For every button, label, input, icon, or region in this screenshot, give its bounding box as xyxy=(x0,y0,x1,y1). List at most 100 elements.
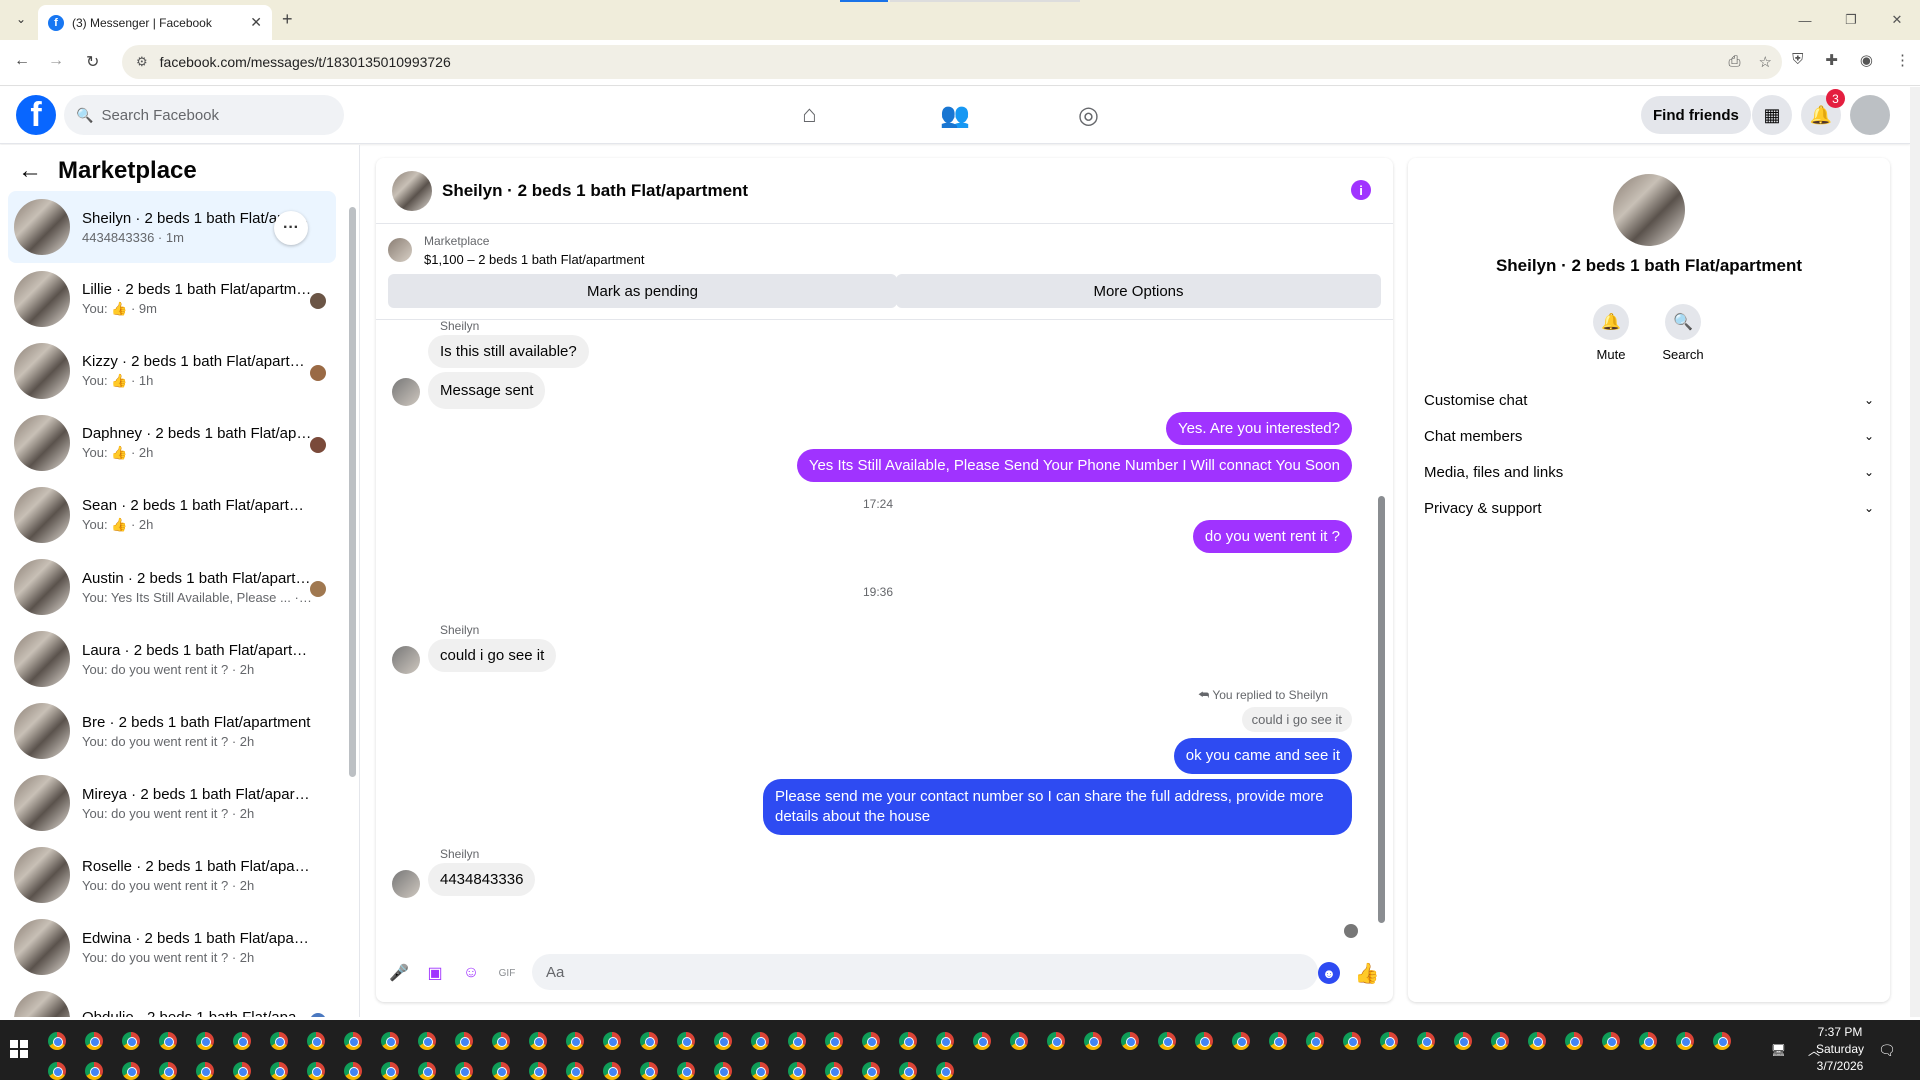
account-avatar[interactable] xyxy=(1850,95,1890,135)
taskbar-chrome-icon[interactable] xyxy=(307,1062,325,1080)
media-files-links-row[interactable]: Media, files and links ⌄ xyxy=(1424,454,1874,490)
emoji-icon[interactable]: ☻ xyxy=(1318,962,1340,984)
conversation-item[interactable]: Laura · 2 beds 1 bath Flat/apartment You:… xyxy=(8,623,336,695)
site-info-icon[interactable]: ⚙ xyxy=(136,54,148,70)
taskbar-chrome-icon[interactable] xyxy=(1713,1032,1731,1050)
taskbar-chrome-icon[interactable] xyxy=(455,1062,473,1080)
taskbar-chrome-icon[interactable] xyxy=(1010,1032,1028,1050)
extensions-puzzle-icon[interactable]: ✚ xyxy=(1825,51,1838,69)
taskbar-chrome-icon[interactable] xyxy=(48,1032,66,1050)
conversation-item[interactable]: Sean · 2 beds 1 bath Flat/apartment You: … xyxy=(8,479,336,551)
taskbar-chrome-icon[interactable] xyxy=(233,1062,251,1080)
taskbar-chrome-icon[interactable] xyxy=(1454,1032,1472,1050)
photo-icon[interactable]: ▣ xyxy=(424,962,446,984)
taskbar-chrome-icon[interactable] xyxy=(122,1062,140,1080)
close-tab-icon[interactable]: ✕ xyxy=(250,14,262,31)
taskbar-chrome-icon[interactable] xyxy=(1158,1032,1176,1050)
taskbar-chrome-icon[interactable] xyxy=(603,1062,621,1080)
taskbar-chrome-icon[interactable] xyxy=(1306,1032,1324,1050)
conversation-list-scrollbar[interactable] xyxy=(349,207,356,777)
thumbs-up-icon[interactable]: 👍 xyxy=(1355,962,1380,985)
taskbar-chrome-icon[interactable] xyxy=(418,1062,436,1080)
sticker-icon[interactable]: ☺ xyxy=(460,962,482,984)
taskbar-chrome-icon[interactable] xyxy=(1417,1032,1435,1050)
taskbar-chrome-icon[interactable] xyxy=(677,1032,695,1050)
taskbar-chrome-icon[interactable] xyxy=(529,1062,547,1080)
groups-icon[interactable]: ◎ xyxy=(1078,101,1099,130)
profile-icon[interactable]: ◉ xyxy=(1860,51,1873,69)
install-app-icon[interactable]: ⎙ xyxy=(1729,53,1741,71)
taskbar-chrome-icon[interactable] xyxy=(159,1062,177,1080)
taskbar-chrome-icon[interactable] xyxy=(751,1032,769,1050)
taskbar-chrome-icon[interactable] xyxy=(1269,1032,1287,1050)
conversation-item[interactable]: Daphney · 2 beds 1 bath Flat/apartment Yo… xyxy=(8,407,336,479)
network-icon[interactable]: 🖥 xyxy=(1771,1043,1786,1057)
taskbar-chrome-icon[interactable] xyxy=(1676,1032,1694,1050)
taskbar-chrome-icon[interactable] xyxy=(196,1062,214,1080)
taskbar-chrome-icon[interactable] xyxy=(825,1032,843,1050)
menu-grid-icon[interactable]: ▦ xyxy=(1752,95,1792,135)
taskbar-chrome-icon[interactable] xyxy=(1380,1032,1398,1050)
taskbar-chrome-icon[interactable] xyxy=(936,1062,954,1080)
taskbar-clock[interactable]: 7:37 PM Saturday 3/7/2026 xyxy=(1790,1024,1890,1075)
taskbar-chrome-icon[interactable] xyxy=(640,1032,658,1050)
facebook-logo-icon[interactable]: f xyxy=(16,95,56,135)
conversation-item[interactable]: Edwina · 2 beds 1 bath Flat/apartment You… xyxy=(8,911,336,983)
more-options-button[interactable]: More Options xyxy=(896,274,1381,308)
taskbar-chrome-icon[interactable] xyxy=(492,1032,510,1050)
reload-icon[interactable]: ↻ xyxy=(86,52,99,72)
taskbar-chrome-icon[interactable] xyxy=(1565,1032,1583,1050)
taskbar-chrome-icon[interactable] xyxy=(455,1032,473,1050)
chat-members-row[interactable]: Chat members ⌄ xyxy=(1424,418,1874,454)
friends-icon[interactable]: 👥 xyxy=(940,101,970,130)
taskbar-chrome-icon[interactable] xyxy=(85,1062,103,1080)
forward-icon[interactable]: → xyxy=(48,52,64,70)
listing-thumbnail[interactable] xyxy=(388,238,412,262)
taskbar-chrome-icon[interactable] xyxy=(1639,1032,1657,1050)
find-friends-button[interactable]: Find friends xyxy=(1641,96,1751,134)
address-bar[interactable]: ⚙ facebook.com/messages/t/18301350109937… xyxy=(122,45,1782,79)
taskbar-chrome-icon[interactable] xyxy=(566,1032,584,1050)
chat-scrollbar[interactable] xyxy=(1378,496,1385,923)
taskbar-chrome-icon[interactable] xyxy=(1195,1032,1213,1050)
taskbar-chrome-icon[interactable] xyxy=(1491,1032,1509,1050)
taskbar-chrome-icon[interactable] xyxy=(344,1062,362,1080)
back-arrow-icon[interactable]: ← xyxy=(18,157,42,185)
back-icon[interactable]: ← xyxy=(14,52,30,70)
shield-extension-icon[interactable]: ⛨ xyxy=(1792,51,1803,69)
taskbar-chrome-icon[interactable] xyxy=(862,1062,880,1080)
taskbar-chrome-icon[interactable] xyxy=(529,1032,547,1050)
taskbar-chrome-icon[interactable] xyxy=(862,1032,880,1050)
message-input[interactable]: Aa xyxy=(532,954,1318,990)
taskbar-chrome-icon[interactable] xyxy=(344,1032,362,1050)
taskbar-chrome-icon[interactable] xyxy=(640,1062,658,1080)
taskbar-chrome-icon[interactable] xyxy=(270,1062,288,1080)
info-icon[interactable]: i xyxy=(1351,180,1371,200)
taskbar-chrome-icon[interactable] xyxy=(788,1062,806,1080)
taskbar-chrome-icon[interactable] xyxy=(381,1062,399,1080)
conversation-item[interactable]: Sheilyn · 2 beds 1 bath Flat/apartment 44… xyxy=(8,191,336,263)
gif-icon[interactable]: GIF xyxy=(496,962,518,984)
tab-search-icon[interactable]: ⌄ xyxy=(10,8,32,30)
taskbar-chrome-icon[interactable] xyxy=(1047,1032,1065,1050)
windows-start-icon[interactable] xyxy=(10,1040,28,1058)
taskbar-chrome-icon[interactable] xyxy=(85,1032,103,1050)
taskbar-chrome-icon[interactable] xyxy=(1528,1032,1546,1050)
taskbar-chrome-icon[interactable] xyxy=(1232,1032,1250,1050)
search-action[interactable]: 🔍 Search xyxy=(1653,304,1713,362)
taskbar-chrome-icon[interactable] xyxy=(566,1062,584,1080)
taskbar-chrome-icon[interactable] xyxy=(122,1032,140,1050)
browser-menu-icon[interactable]: ⋮ xyxy=(1895,51,1910,69)
mark-as-pending-button[interactable]: Mark as pending xyxy=(388,274,897,308)
browser-tab[interactable]: f (3) Messenger | Facebook ✕ xyxy=(38,5,272,40)
taskbar-chrome-icon[interactable] xyxy=(307,1032,325,1050)
close-window-icon[interactable]: ✕ xyxy=(1874,0,1920,40)
bookmark-star-icon[interactable]: ☆ xyxy=(1759,53,1772,71)
taskbar-chrome-icon[interactable] xyxy=(973,1032,991,1050)
privacy-support-row[interactable]: Privacy & support ⌄ xyxy=(1424,490,1874,526)
conversation-item[interactable]: Bre · 2 beds 1 bath Flat/apartment You: d… xyxy=(8,695,336,767)
conversation-item[interactable]: Mireya · 2 beds 1 bath Flat/apartment You… xyxy=(8,767,336,839)
taskbar-chrome-icon[interactable] xyxy=(159,1032,177,1050)
conversation-item[interactable]: Lillie · 2 beds 1 bath Flat/apartment You… xyxy=(8,263,336,335)
more-options-icon[interactable]: ··· xyxy=(274,211,308,245)
